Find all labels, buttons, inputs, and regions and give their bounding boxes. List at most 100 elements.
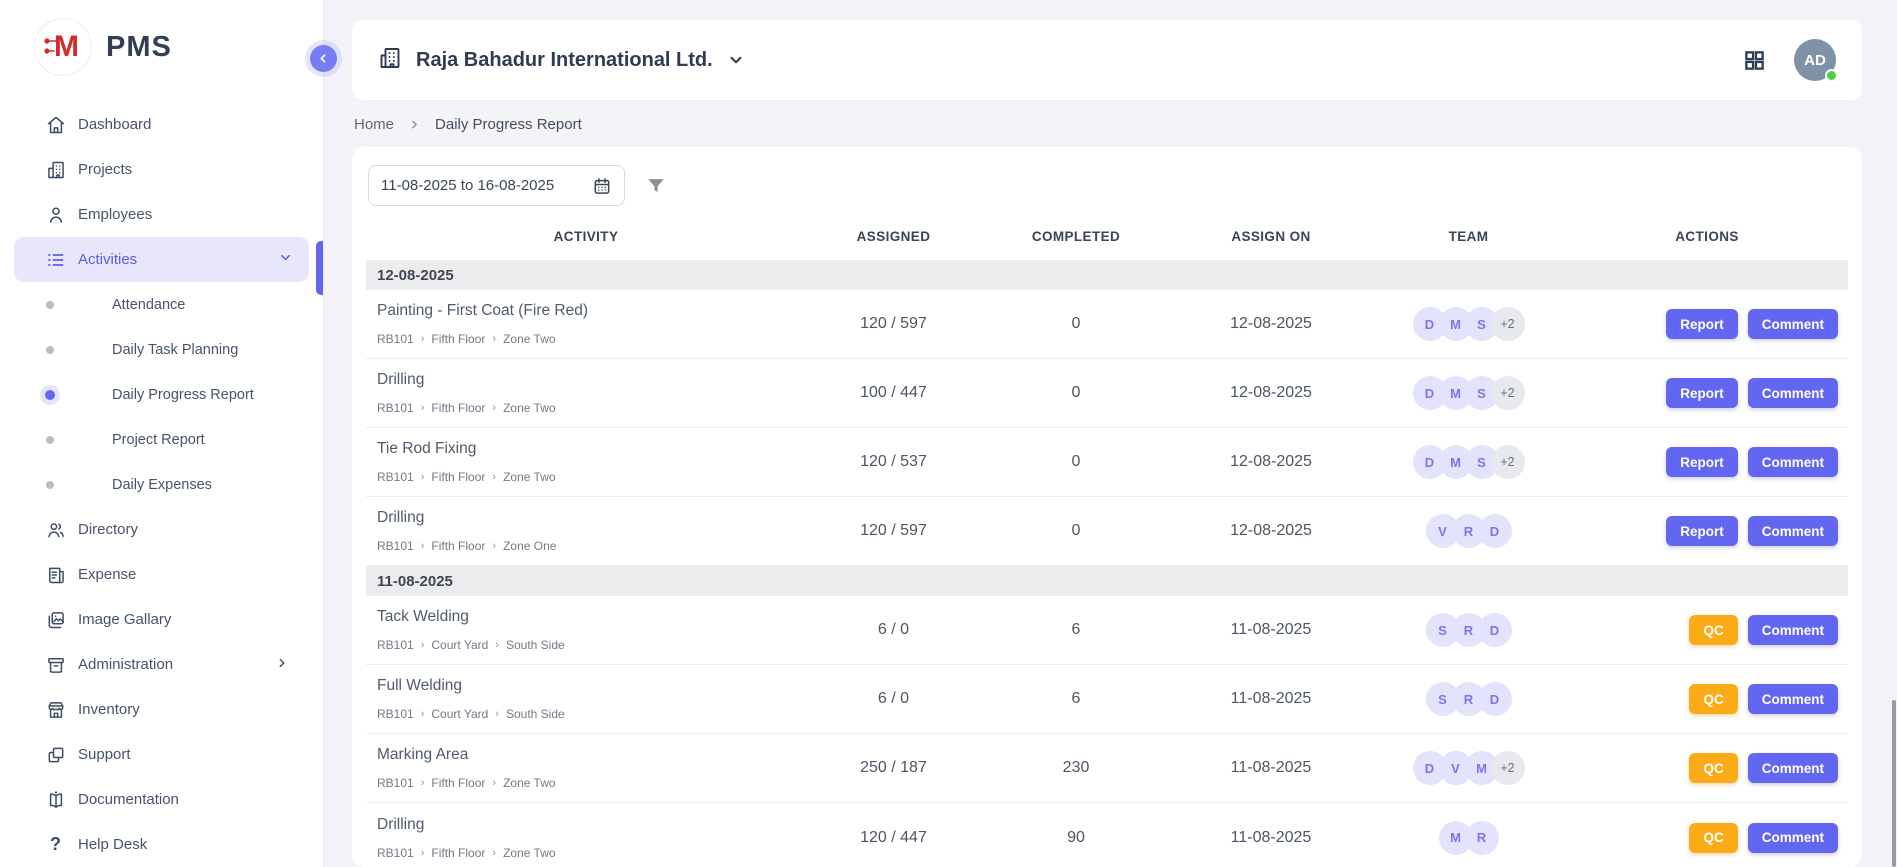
sidebar-subitem-daily-progress-report[interactable]: Daily Progress Report [0,372,323,417]
top-header-bar: Raja Bahadur International Ltd. AD [352,20,1862,100]
sidebar-item-help-desk[interactable]: ? Help Desk [0,822,323,867]
filter-funnel-button[interactable] [645,175,667,197]
comment-button[interactable]: Comment [1748,684,1838,714]
progress-table: ACTIVITY ASSIGNED COMPLETED ASSIGN ON TE… [366,212,1848,867]
path-segment: RB101 [377,776,414,790]
store-icon [45,699,66,720]
sidebar-subitem-daily-task-planning[interactable]: Daily Task Planning [0,327,323,372]
apps-grid-button[interactable] [1743,49,1766,72]
company-name: Raja Bahadur International Ltd. [416,49,713,72]
sidebar-collapse-button[interactable] [310,45,337,72]
activity-path: RB101›Fifth Floor›Zone Two [377,776,800,790]
sidebar-subitem-label: Daily Expenses [112,477,212,493]
breadcrumb-current-page: Daily Progress Report [435,116,582,133]
table-row: Drilling RB101›Fifth Floor›Zone Two 100 … [366,359,1848,428]
comment-button[interactable]: Comment [1748,516,1838,546]
sidebar-item-label: Activities [78,251,137,268]
sidebar-item-dashboard[interactable]: Dashboard [0,102,323,147]
sidebar-item-image-gallary[interactable]: Image Gallary [0,597,323,642]
qc-button[interactable]: QC [1689,823,1737,853]
path-segment: Zone Two [503,846,555,860]
avatar-initials: AD [1804,52,1826,69]
path-segment: South Side [506,707,565,721]
sidebar-subitem-attendance[interactable]: Attendance [0,282,323,327]
team-member-avatar[interactable]: D [1478,682,1512,716]
team-avatars: DMS+2 [1413,307,1525,341]
sidebar-item-expense[interactable]: Expense [0,552,323,597]
path-chevron-icon: › [421,639,425,651]
path-segment: Zone Two [503,776,555,790]
team-cell: SRD [1371,682,1566,716]
report-button[interactable]: Report [1666,378,1738,408]
path-segment: RB101 [377,401,414,415]
company-selector[interactable]: Raja Bahadur International Ltd. [378,46,745,75]
team-avatars: VRD [1426,514,1512,548]
activity-name: Tie Rod Fixing [377,440,800,458]
team-member-avatar[interactable]: R [1465,821,1499,855]
sidebar-item-documentation[interactable]: Documentation [0,777,323,822]
scrollbar-thumb[interactable] [1892,700,1896,867]
path-chevron-icon: › [492,333,496,345]
sidebar-subitem-daily-expenses[interactable]: Daily Expenses [0,462,323,507]
logo-circuit-icon [44,36,59,58]
team-extra-count-avatar[interactable]: +2 [1491,307,1525,341]
copy-squares-icon [45,744,66,765]
logo-mark: M [34,18,92,76]
sidebar-item-directory[interactable]: Directory [0,507,323,552]
activity-cell: Drilling RB101›Fifth Floor›Zone Two [366,361,806,425]
comment-button[interactable]: Comment [1748,447,1838,477]
app-name: PMS [106,31,172,64]
path-segment: Fifth Floor [431,332,485,346]
report-button[interactable]: Report [1666,447,1738,477]
sidebar-item-support[interactable]: Support [0,732,323,777]
team-member-avatar[interactable]: D [1478,613,1512,647]
assign-on-value: 12-08-2025 [1171,522,1371,540]
row-actions: QC Comment [1566,684,1848,714]
team-cell: DMS+2 [1371,307,1566,341]
report-button[interactable]: Report [1666,516,1738,546]
app-logo: M PMS [0,18,323,76]
sidebar-item-label: Help Desk [78,836,147,853]
report-button[interactable]: Report [1666,309,1738,339]
comment-button[interactable]: Comment [1748,753,1838,783]
row-actions: QC Comment [1566,615,1848,645]
sidebar-item-projects[interactable]: Projects [0,147,323,192]
qc-button[interactable]: QC [1689,684,1737,714]
team-member-avatar[interactable]: D [1478,514,1512,548]
team-avatars: DVM+2 [1413,751,1525,785]
path-segment: Court Yard [431,707,488,721]
team-extra-count-avatar[interactable]: +2 [1491,376,1525,410]
comment-button[interactable]: Comment [1748,615,1838,645]
comment-button[interactable]: Comment [1748,823,1838,853]
assigned-value: 120 / 447 [806,829,981,847]
team-extra-count-avatar[interactable]: +2 [1491,445,1525,479]
breadcrumb-home-link[interactable]: Home [354,116,394,133]
bullet-dot-icon [46,301,54,309]
comment-button[interactable]: Comment [1748,309,1838,339]
column-header-assigned: ASSIGNED [806,229,981,244]
sidebar-subitem-project-report[interactable]: Project Report [0,417,323,462]
completed-value: 0 [981,384,1171,402]
comment-button[interactable]: Comment [1748,378,1838,408]
team-extra-count-avatar[interactable]: +2 [1491,751,1525,785]
qc-button[interactable]: QC [1689,753,1737,783]
path-segment: Zone Two [503,332,555,346]
page-scrollbar [1891,0,1897,867]
sidebar-item-label: Projects [78,161,132,178]
sidebar-item-employees[interactable]: Employees [0,192,323,237]
qc-button[interactable]: QC [1689,615,1737,645]
sidebar-item-administration[interactable]: Administration [0,642,323,687]
activity-path: RB101›Court Yard›South Side [377,707,800,721]
table-body: 12-08-2025 Painting - First Coat (Fire R… [366,260,1848,867]
assigned-value: 250 / 187 [806,759,981,777]
user-avatar[interactable]: AD [1794,39,1836,81]
sidebar-item-activities[interactable]: Activities [14,237,309,282]
date-range-input[interactable]: 11-08-2025 to 16-08-2025 [368,165,625,206]
table-row: Full Welding RB101›Court Yard›South Side… [366,665,1848,734]
sidebar-item-inventory[interactable]: Inventory [0,687,323,732]
breadcrumb: Home Daily Progress Report [354,116,1862,133]
user-icon [45,204,66,225]
activity-cell: Marking Area RB101›Fifth Floor›Zone Two [366,736,806,800]
column-header-actions: ACTIONS [1566,229,1848,244]
path-chevron-icon: › [495,639,499,651]
